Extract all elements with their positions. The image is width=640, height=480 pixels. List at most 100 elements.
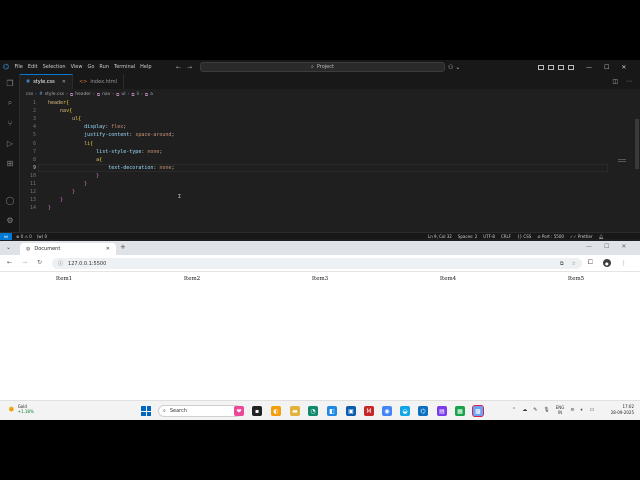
new-tab-button[interactable]: + [120,243,126,251]
code-line[interactable]: 2 nav{ [20,107,634,115]
code-line[interactable]: 12 } [20,188,634,196]
extensions-puzzle-icon[interactable]: ⧠ [588,259,593,267]
back-arrow-icon[interactable]: ← [7,259,12,266]
menu-view[interactable]: View [68,60,85,74]
code-line[interactable]: 4 display: flex; [20,123,634,131]
battery-icon[interactable]: ▭ [590,407,595,413]
problems-status[interactable]: ⊗ 0 ⚠ 0 [16,234,32,239]
code-line[interactable]: 7 list-style-type: none; [20,148,634,156]
copilot-icon[interactable]: ⚇ [448,64,453,71]
app-icon[interactable]: ▣ [346,406,356,416]
breadcrumb-item[interactable]: style.css [45,92,64,97]
menu-go[interactable]: Go [85,60,97,74]
tab-index-html[interactable]: <> index.html [73,74,125,89]
app-icon[interactable]: ▤ [437,406,447,416]
photos-app-icon[interactable]: ◐ [271,406,281,416]
breadcrumb-item[interactable]: css [26,92,33,97]
eol-status[interactable]: CRLF [501,234,511,239]
menu-help[interactable]: Help [138,60,154,74]
toggle-panel-icon[interactable] [548,64,554,70]
customize-layout-icon[interactable] [568,64,574,70]
mail-app-icon[interactable]: M [364,406,374,416]
command-center[interactable]: ⌕ Project [200,62,445,72]
site-info-icon[interactable]: ⓘ [58,260,63,267]
chevron-up-icon[interactable]: ⌃ [512,407,516,413]
remote-icon[interactable]: ⋈ [0,232,12,240]
store-app-icon[interactable]: ◧ [327,406,337,416]
menu-file[interactable]: File [12,60,25,74]
edge-browser-icon[interactable]: ◔ [308,406,318,416]
vscode-logo-icon[interactable]: ⌬ [0,60,12,74]
microphone-icon[interactable]: 🎙︎ [543,407,549,413]
widgets-button[interactable]: ✸ Gold +1.18% [8,404,34,414]
gear-icon[interactable]: ⚙ [5,215,15,225]
breadcrumb-item[interactable]: header [75,92,91,97]
code-line[interactable]: 9 text-decoration: none; [20,164,634,172]
nav-item[interactable]: Item1 [56,276,72,282]
copilot-app-icon[interactable]: ❤ [234,406,244,416]
bookmark-star-icon[interactable]: ☆ [572,261,576,267]
profile-avatar[interactable]: ● [602,259,611,267]
editor-scrollbar[interactable] [634,99,640,232]
app-icon[interactable]: ◒ [400,406,410,416]
forward-arrow-icon[interactable]: → [187,64,192,71]
maximize-icon[interactable]: ☐ [604,64,609,71]
search-icon[interactable]: ⌕ [5,98,15,108]
account-icon[interactable]: ◯ [5,195,15,205]
extensions-icon[interactable]: ⊞ [5,158,15,168]
minimize-icon[interactable]: — [586,64,592,71]
explorer-icon[interactable]: ❐ [5,78,15,88]
code-line[interactable]: 14} [20,204,634,212]
forward-arrow-icon[interactable]: → [22,259,27,266]
close-icon[interactable]: ✕ [621,243,626,250]
menu-run[interactable]: Run [97,60,112,74]
chrome-app-icon[interactable]: ◉ [382,406,392,416]
chevron-down-icon[interactable]: ⌄ [455,64,460,71]
code-line[interactable]: 13 } [20,196,634,204]
live-server-port[interactable]: ⊘ Port : 5500 [537,234,564,239]
volume-icon[interactable]: 🔈︎ [581,407,584,413]
breadcrumb-item[interactable]: ul [121,92,125,97]
menu-selection[interactable]: Selection [40,60,68,74]
translate-icon[interactable]: ⧉ [560,261,564,267]
ports-status[interactable]: (w) 0 [37,234,47,239]
file-explorer-icon[interactable]: ▬ [290,406,300,416]
menu-terminal[interactable]: Terminal [112,60,138,74]
nav-item[interactable]: Item2 [184,276,200,282]
menu-edit[interactable]: Edit [25,60,40,74]
app-icon[interactable]: ▩ [472,405,484,417]
tab-document[interactable]: ◍ Document ✕ [20,243,116,255]
address-bar[interactable]: ⓘ 127.0.0.1:5500 ⧉ ☆ [52,258,582,269]
minimize-icon[interactable]: — [586,243,592,250]
kebab-menu-icon[interactable]: ⋮ [621,260,627,267]
code-line[interactable]: 11 } [20,180,634,188]
close-icon[interactable]: ✕ [621,64,626,71]
input-language[interactable]: ENG IN [556,405,565,415]
language-status[interactable]: {} CSS [517,234,531,239]
back-arrow-icon[interactable]: ← [176,64,181,71]
app-icon[interactable]: ▦ [455,406,465,416]
breadcrumb-item[interactable]: li [137,92,140,97]
code-line[interactable]: 1 header{ [20,99,634,107]
breadcrumb-item[interactable]: nav [102,92,110,97]
cursor-position[interactable]: Ln 9, Col 32 [428,234,452,239]
taskbar-search[interactable]: ⌕ Search [158,405,242,417]
toggle-sidebar-icon[interactable] [538,64,544,70]
code-editor[interactable]: 1 header{2 nav{3 ul{4 display: flex; 5 jus… [20,99,634,232]
encoding-status[interactable]: UTF-8 [483,234,495,239]
prettier-status[interactable]: ✓✓ Prettier [570,234,593,239]
tab-search-icon[interactable]: ⌄ [6,244,11,251]
close-tab-icon[interactable]: ✕ [106,246,110,252]
more-actions-icon[interactable]: ⋯ [626,78,632,85]
clock[interactable]: 17:02 28-09-2025 [604,404,634,416]
code-line[interactable]: 8 a{ [20,156,634,164]
run-debug-icon[interactable]: ▷ [5,138,15,148]
maximize-icon[interactable]: ☐ [604,243,609,250]
nav-item[interactable]: Item5 [568,276,584,282]
split-editor-icon[interactable]: ◫ [612,78,618,85]
source-control-icon[interactable]: ⑂ [5,118,15,128]
minimap[interactable] [618,159,626,163]
wifi-icon[interactable]: ≋ [570,407,574,413]
indentation-status[interactable]: Spaces: 2 [458,234,477,239]
notifications-icon[interactable]: 🔔︎ [599,234,604,239]
